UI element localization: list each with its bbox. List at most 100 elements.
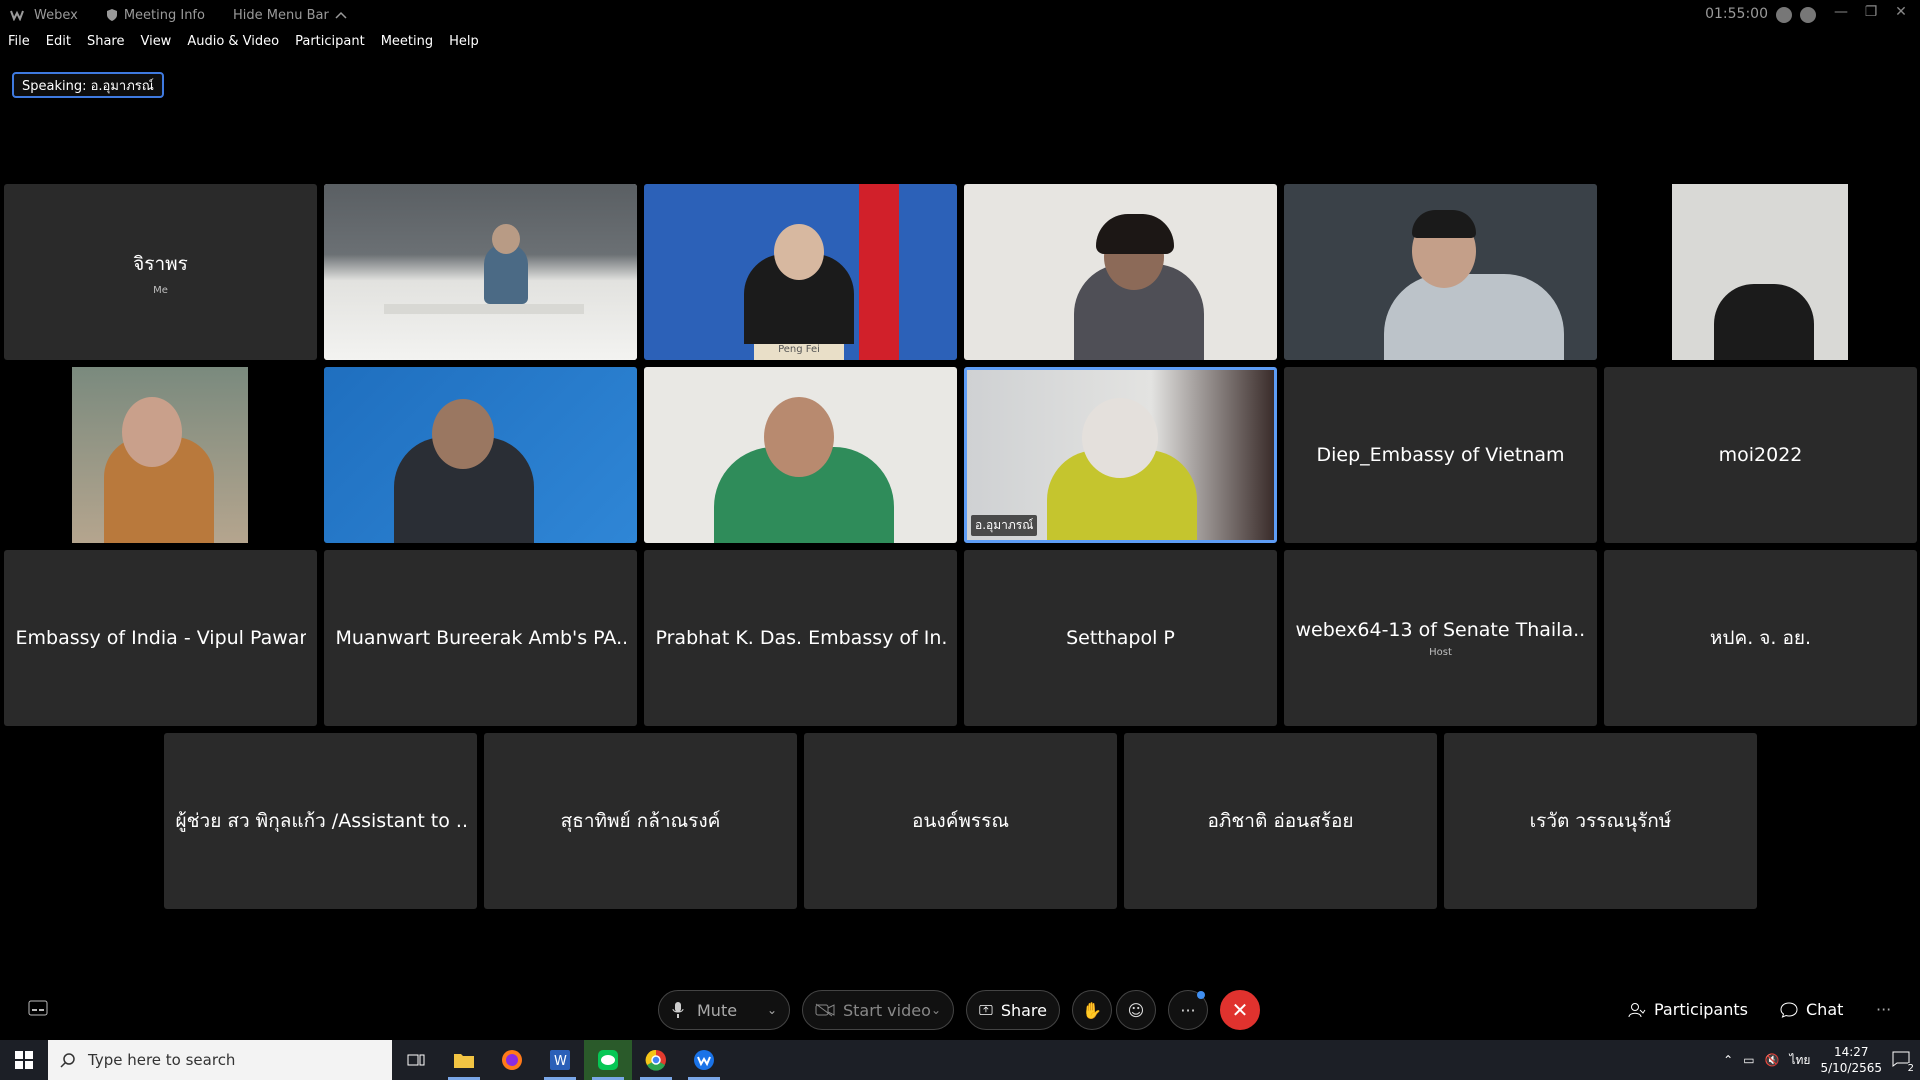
- windows-icon: [15, 1051, 33, 1069]
- participants-button[interactable]: Participants: [1628, 1000, 1748, 1019]
- menu-view[interactable]: View: [140, 34, 171, 54]
- participant-tile[interactable]: Embassy of India - Vipul Pawar: [4, 550, 317, 726]
- participant-tile[interactable]: อนงค์พรรณ: [804, 733, 1117, 909]
- participant-name: Prabhat K. Das. Embassy of In...: [655, 627, 946, 649]
- chevron-down-icon[interactable]: ⌄: [931, 1003, 941, 1017]
- start-button[interactable]: [0, 1040, 48, 1080]
- participant-tile-host[interactable]: webex64-13 of Senate Thaila... Host: [1284, 550, 1597, 726]
- clock[interactable]: 14:27 5/10/2565: [1820, 1044, 1882, 1076]
- meeting-timer: 01:55:00: [1705, 6, 1768, 22]
- hide-menu-label: Hide Menu Bar: [232, 7, 329, 23]
- menu-file[interactable]: File: [8, 34, 30, 54]
- participant-name-label: อ.อุมาภรณ์: [971, 515, 1038, 536]
- menu-edit[interactable]: Edit: [46, 34, 71, 54]
- participant-video-tile[interactable]: [4, 367, 317, 543]
- volume-muted-icon[interactable]: 🔇: [1765, 1053, 1780, 1067]
- participant-video-tile[interactable]: [644, 367, 957, 543]
- smiley-icon: ☺: [1127, 1000, 1145, 1020]
- close-icon[interactable]: ✕: [1890, 4, 1912, 24]
- firefox-icon[interactable]: [488, 1040, 536, 1080]
- task-view-icon[interactable]: [392, 1040, 440, 1080]
- participant-video-tile-active-speaker[interactable]: อ.อุมาภรณ์: [964, 367, 1277, 543]
- notifications-icon[interactable]: 2: [1892, 1051, 1914, 1074]
- network-icon[interactable]: [1800, 7, 1816, 23]
- participant-tile[interactable]: moi2022: [1604, 367, 1917, 543]
- participant-name: Diep_Embassy of Vietnam: [1316, 444, 1565, 466]
- participant-name: หปค. จ. อย.: [1709, 627, 1812, 649]
- start-video-button[interactable]: Start video ⌄: [802, 990, 954, 1030]
- participant-tile[interactable]: หปค. จ. อย.: [1604, 550, 1917, 726]
- recording-icon[interactable]: [1776, 7, 1792, 23]
- date: 5/10/2565: [1820, 1061, 1882, 1075]
- participant-tile[interactable]: เรวัต วรรณนุรักษ์: [1444, 733, 1757, 909]
- reactions-button[interactable]: ☺: [1116, 990, 1156, 1030]
- word-icon[interactable]: W: [536, 1040, 584, 1080]
- participant-video-tile[interactable]: [324, 367, 637, 543]
- participant-tile[interactable]: ผู้ช่วย สว พิกุลแก้ว /Assistant to ...: [164, 733, 477, 909]
- participant-name: Muanwart Bureerak Amb's PA...: [335, 627, 626, 649]
- participant-tile[interactable]: Prabhat K. Das. Embassy of In...: [644, 550, 957, 726]
- meeting-info-button[interactable]: Meeting Info: [106, 8, 205, 23]
- menu-meeting[interactable]: Meeting: [381, 34, 433, 54]
- windows-taskbar: Type here to search W ⌃ ▭ 🔇 ไทย 14:27 5/…: [0, 1040, 1920, 1080]
- chevron-up-icon: [335, 11, 347, 19]
- chrome-icon[interactable]: [632, 1040, 680, 1080]
- participant-video-tile[interactable]: [1284, 184, 1597, 360]
- participant-name: Setthapol P: [1066, 627, 1175, 649]
- chevron-down-icon[interactable]: ⌄: [767, 1003, 777, 1017]
- chevron-up-icon[interactable]: ⌃: [1723, 1053, 1733, 1067]
- hide-menu-bar-button[interactable]: Hide Menu Bar: [233, 8, 347, 23]
- more-options-button[interactable]: ···: [1168, 990, 1208, 1030]
- participant-video-tile[interactable]: [1604, 184, 1917, 360]
- raise-hand-button[interactable]: ✋: [1072, 990, 1112, 1030]
- network-icon[interactable]: ▭: [1743, 1053, 1754, 1067]
- participant-tile-self[interactable]: จิราพร Me: [4, 184, 317, 360]
- meeting-info-label: Meeting Info: [123, 7, 205, 23]
- participant-role: Me: [153, 284, 168, 296]
- mute-button[interactable]: Mute ⌄: [658, 990, 790, 1030]
- meeting-controls: Mute ⌄ Start video ⌄ Share ✋ ☺ ··· ✕ Par…: [0, 988, 1920, 1032]
- webex-app-icon[interactable]: [680, 1040, 728, 1080]
- participant-name: สุธาทิพย์ กล้าณรงค์: [560, 810, 721, 832]
- hand-icon: ✋: [1082, 1000, 1102, 1020]
- menu-help[interactable]: Help: [449, 34, 479, 54]
- participant-role: Host: [1429, 646, 1452, 658]
- more-icon[interactable]: ···: [1876, 1000, 1891, 1019]
- chat-button[interactable]: Chat: [1780, 1000, 1843, 1019]
- search-icon: [60, 1053, 75, 1068]
- menu-participant[interactable]: Participant: [295, 34, 365, 54]
- line-app-icon[interactable]: [584, 1040, 632, 1080]
- menu-audio-video[interactable]: Audio & Video: [187, 34, 279, 54]
- restore-icon[interactable]: ❐: [1860, 4, 1882, 24]
- close-icon: ✕: [1231, 998, 1249, 1022]
- share-button[interactable]: Share: [966, 990, 1060, 1030]
- captions-icon[interactable]: [28, 1000, 48, 1020]
- minimize-icon[interactable]: —: [1830, 4, 1852, 24]
- taskbar-search[interactable]: Type here to search: [48, 1040, 392, 1080]
- chat-icon: [1780, 1001, 1798, 1018]
- participant-tile[interactable]: Diep_Embassy of Vietnam: [1284, 367, 1597, 543]
- nameplate: Peng Fei: [754, 344, 844, 360]
- menu-share[interactable]: Share: [87, 34, 125, 54]
- participant-video-tile[interactable]: Peng Fei: [644, 184, 957, 360]
- participant-video-tile[interactable]: [964, 184, 1277, 360]
- participant-tile[interactable]: สุธาทิพย์ กล้าณรงค์: [484, 733, 797, 909]
- share-label: Share: [1000, 1000, 1047, 1020]
- input-language[interactable]: ไทย: [1789, 1051, 1810, 1070]
- participant-name: เรวัต วรรณนุรักษ์: [1529, 810, 1672, 832]
- participant-tile[interactable]: Setthapol P: [964, 550, 1277, 726]
- webex-logo-icon: [10, 10, 24, 21]
- system-tray: ⌃ ▭ 🔇 ไทย 14:27 5/10/2565 2: [1723, 1040, 1920, 1080]
- participant-video-tile[interactable]: [324, 184, 637, 360]
- file-explorer-icon[interactable]: [440, 1040, 488, 1080]
- participant-tile[interactable]: Muanwart Bureerak Amb's PA...: [324, 550, 637, 726]
- participant-tile[interactable]: อภิชาติ อ่อนสร้อย: [1124, 733, 1437, 909]
- participant-name: moi2022: [1718, 444, 1803, 466]
- chat-label: Chat: [1806, 1000, 1844, 1019]
- participant-name: ผู้ช่วย สว พิกุลแก้ว /Assistant to ...: [175, 810, 466, 832]
- microphone-icon: [672, 1002, 684, 1018]
- more-icon: ···: [1180, 1000, 1196, 1020]
- app-title: Webex: [10, 8, 78, 23]
- shield-icon: [106, 9, 117, 21]
- end-call-button[interactable]: ✕: [1220, 990, 1260, 1030]
